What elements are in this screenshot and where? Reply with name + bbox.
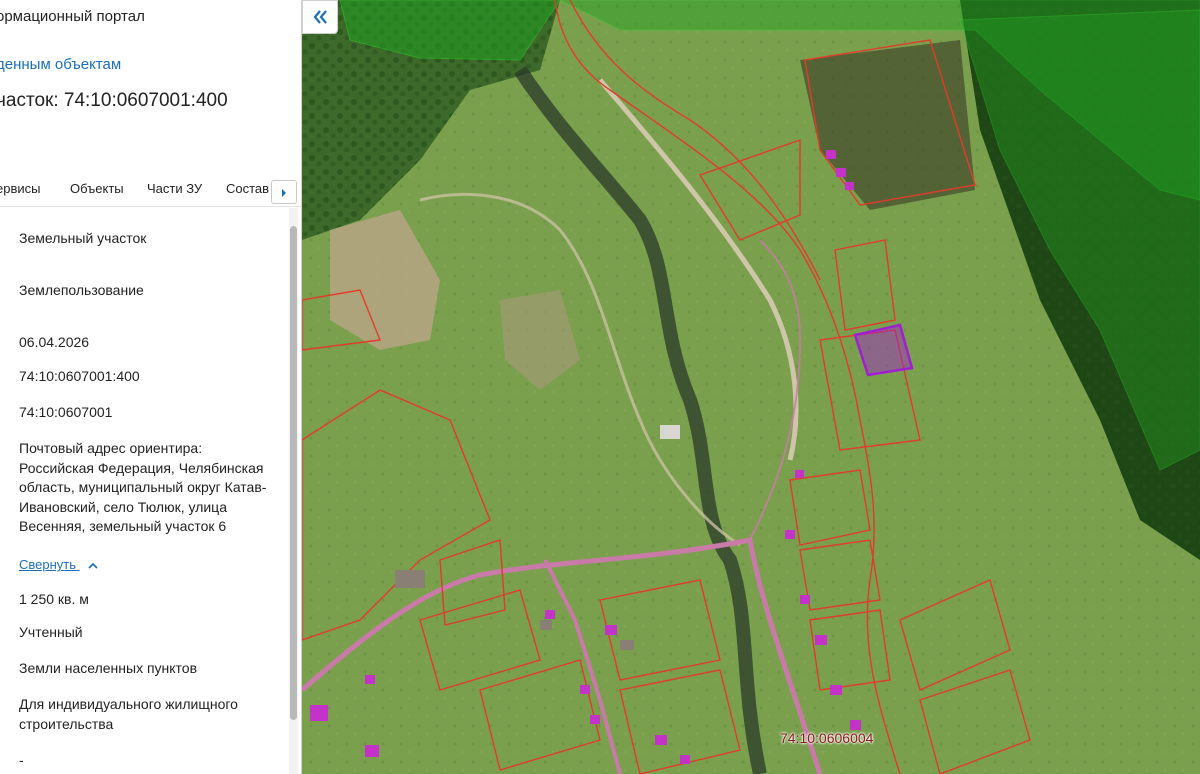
scrollbar-thumb[interactable] — [290, 226, 297, 720]
collapse-panel-button[interactable] — [302, 0, 338, 34]
page-title: часток: 74:10:0607001:400 — [0, 90, 228, 111]
field-address: Почтовый адрес ориентира: Российская Фед… — [19, 440, 267, 534]
tab-bar: ервисы Объекты Части ЗУ Состав — [0, 175, 301, 205]
collapse-link[interactable]: Свернуть — [19, 557, 98, 572]
field-quarter: 74:10:0607001 — [19, 404, 113, 420]
tabs-next-button[interactable] — [271, 180, 297, 204]
tab-services[interactable]: ервисы — [0, 181, 40, 196]
breadcrumb-link[interactable]: денным объектам — [0, 56, 121, 73]
field-kind: Землепользование — [19, 282, 144, 298]
field-status: Учтенный — [19, 624, 83, 640]
double-chevron-left-icon — [313, 10, 327, 24]
field-category: Земли населенных пунктов — [19, 660, 198, 676]
satellite-map[interactable] — [302, 0, 1200, 774]
field-cadastral-number: 74:10:0607001:400 — [19, 368, 140, 384]
field-extra: - — [19, 752, 24, 768]
field-date: 06.04.2026 — [19, 334, 90, 350]
field-object-type: Земельный участок — [19, 230, 147, 246]
portal-title: ормационный портал — [0, 8, 145, 25]
quarter-label: 74:10:0606004 — [780, 730, 874, 746]
collapse-label: Свернуть — [19, 557, 77, 572]
map-view[interactable]: 74:10:0606004 — [302, 0, 1200, 774]
info-panel: ормационный портал денным объектам часто… — [0, 0, 302, 774]
tab-composition[interactable]: Состав — [226, 181, 269, 196]
chevron-up-icon — [88, 562, 98, 569]
tab-divider — [0, 206, 301, 207]
chevron-right-icon — [282, 189, 286, 197]
tab-parts[interactable]: Части ЗУ — [147, 181, 202, 196]
field-permitted-use: Для индивидуального жилищного строительс… — [19, 696, 238, 732]
tab-objects[interactable]: Объекты — [70, 181, 124, 196]
field-area: 1 250 кв. м — [19, 591, 89, 607]
